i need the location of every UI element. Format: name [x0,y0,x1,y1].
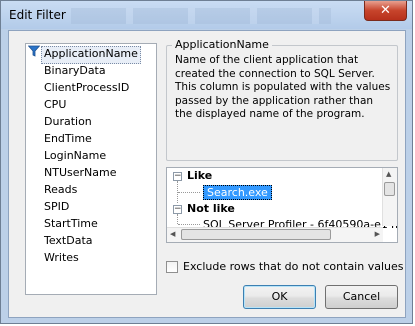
tree-node-not-like[interactable]: Not like [187,202,235,215]
column-item-starttime[interactable]: StartTime [42,216,100,232]
filter-condition-tree[interactable]: − Like Search.exe − Not like SQL Server … [166,167,398,243]
horizontal-scrollbar[interactable]: ◀ ▶ [167,227,383,242]
column-description-group: ApplicationName Name of the client appli… [166,38,398,161]
exclude-empty-checkbox[interactable] [166,261,178,273]
dialog-title: Edit Filter [9,8,66,22]
column-item-textdata[interactable]: TextData [42,233,95,249]
column-item-loginname[interactable]: LoginName [42,148,108,164]
edit-filter-dialog: Edit Filter ✕ ApplicationName BinaryData… [0,0,413,324]
description-title: ApplicationName [172,38,272,51]
column-item-ntusername[interactable]: NTUserName [42,165,118,181]
scroll-left-arrow-icon[interactable]: ◀ [170,228,175,240]
scroll-right-arrow-icon[interactable]: ▶ [375,228,380,240]
vertical-scrollbar[interactable]: ▲ [382,168,397,226]
ok-button[interactable]: OK [243,285,316,309]
collapse-not-like-icon[interactable]: − [173,205,182,214]
tree-connector [177,214,178,224]
dialog-body: ApplicationName BinaryData ClientProcess… [8,30,406,318]
column-item-applicationname[interactable]: ApplicationName [41,46,141,64]
horizontal-scroll-thumb[interactable] [181,229,331,240]
column-item-endtime[interactable]: EndTime [42,131,94,147]
description-text: Name of the client application that crea… [175,54,391,120]
column-item-cpu[interactable]: CPU [42,97,68,113]
collapse-like-icon[interactable]: − [173,172,182,181]
column-item-writes[interactable]: Writes [42,250,81,266]
title-bar[interactable]: Edit Filter ✕ [1,1,412,29]
column-item-binarydata[interactable]: BinaryData [42,63,108,79]
column-item-spid[interactable]: SPID [42,199,71,215]
like-value-input[interactable]: Search.exe [203,185,272,200]
filter-funnel-icon [28,45,40,57]
exclude-empty-label[interactable]: Exclude rows that do not contain values [183,260,403,273]
vertical-scroll-thumb[interactable] [384,182,395,196]
tree-connector [178,224,200,225]
column-item-reads[interactable]: Reads [42,182,79,198]
column-item-duration[interactable]: Duration [42,114,94,130]
cancel-button[interactable]: Cancel [325,285,398,309]
close-button[interactable]: ✕ [364,1,407,21]
scroll-up-arrow-icon[interactable]: ▲ [386,168,391,180]
tree-node-like[interactable]: Like [187,169,212,182]
tree-connector [178,192,200,193]
column-item-clientprocessid[interactable]: ClientProcessID [42,80,131,96]
column-list[interactable]: ApplicationName BinaryData ClientProcess… [25,43,157,295]
background-tabs-blur [71,8,331,24]
